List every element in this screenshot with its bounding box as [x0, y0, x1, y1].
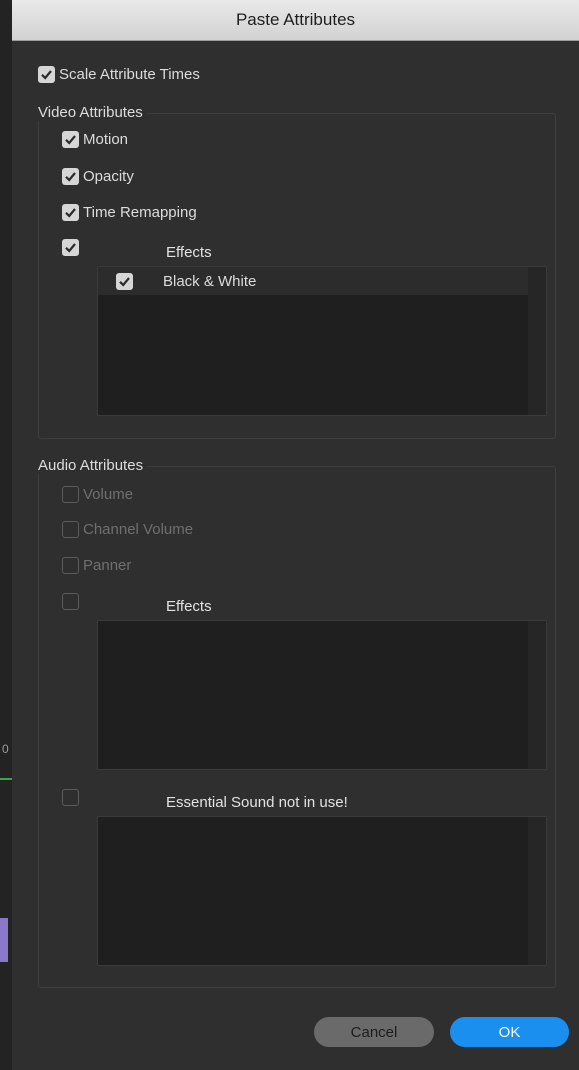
- essential-sound-list[interactable]: [97, 816, 547, 966]
- black-and-white-checkbox[interactable]: [116, 272, 133, 290]
- essential-sound-header: Essential Sound not in use!: [166, 794, 348, 811]
- opacity-checkbox-row[interactable]: Opacity: [62, 163, 134, 189]
- video-effects-header: Effects: [166, 244, 212, 261]
- ok-button[interactable]: OK: [450, 1017, 569, 1047]
- scrollbar[interactable]: [528, 817, 546, 965]
- time-remapping-checkbox[interactable]: [62, 203, 79, 221]
- time-remapping-label: Time Remapping: [83, 203, 197, 221]
- time-remapping-checkbox-row[interactable]: Time Remapping: [62, 199, 197, 225]
- volume-label: Volume: [83, 485, 134, 503]
- motion-checkbox-row[interactable]: Motion: [62, 126, 128, 152]
- checkmark-icon: [119, 276, 130, 287]
- video-effects-checkbox-row[interactable]: [62, 234, 83, 260]
- paste-attributes-dialog: Paste Attributes Scale Attribute Times V…: [12, 0, 579, 1070]
- channel-volume-label: Channel Volume: [83, 520, 194, 538]
- channel-volume-checkbox[interactable]: [62, 520, 79, 538]
- list-item[interactable]: Black & White: [98, 267, 528, 295]
- motion-label: Motion: [83, 130, 129, 148]
- checkmark-icon: [65, 207, 76, 218]
- checkmark-icon: [65, 134, 76, 145]
- checkmark-icon: [65, 171, 76, 182]
- volume-checkbox[interactable]: [62, 485, 79, 503]
- panner-checkbox[interactable]: [62, 556, 79, 574]
- background-app-edge: 0: [0, 0, 12, 1070]
- essential-sound-checkbox-row[interactable]: [62, 784, 83, 810]
- scrollbar[interactable]: [528, 621, 546, 769]
- checkmark-icon: [65, 242, 76, 253]
- timeline-clip-fragment: [0, 918, 8, 962]
- essential-sound-checkbox[interactable]: [62, 788, 79, 806]
- opacity-checkbox[interactable]: [62, 167, 79, 185]
- scale-attribute-times-checkbox[interactable]: [38, 65, 55, 83]
- audio-effects-list[interactable]: [97, 620, 547, 770]
- channel-volume-checkbox-row[interactable]: Channel Volume: [62, 516, 193, 542]
- audio-attributes-title: Audio Attributes: [38, 457, 148, 474]
- audio-effects-checkbox-row[interactable]: [62, 588, 83, 614]
- video-effects-list[interactable]: Black & White: [97, 266, 547, 416]
- video-attributes-title: Video Attributes: [38, 104, 147, 121]
- background-edge-glyph: 0: [2, 742, 9, 756]
- black-and-white-label: Black & White: [163, 272, 257, 290]
- scale-attribute-times-label: Scale Attribute Times: [59, 65, 200, 83]
- opacity-label: Opacity: [83, 167, 134, 185]
- panner-checkbox-row[interactable]: Panner: [62, 552, 131, 578]
- audio-effects-checkbox[interactable]: [62, 592, 79, 610]
- title-bar[interactable]: Paste Attributes: [12, 0, 579, 41]
- panner-label: Panner: [83, 556, 132, 574]
- dialog-title: Paste Attributes: [235, 10, 356, 29]
- scrollbar[interactable]: [528, 267, 546, 415]
- scale-attribute-times-checkbox-row[interactable]: Scale Attribute Times: [38, 61, 200, 87]
- cancel-button[interactable]: Cancel: [314, 1017, 434, 1047]
- volume-checkbox-row[interactable]: Volume: [62, 481, 133, 507]
- audio-effects-header: Effects: [166, 598, 212, 615]
- timeline-marker-line: [0, 778, 12, 780]
- checkmark-icon: [41, 69, 52, 80]
- motion-checkbox[interactable]: [62, 130, 79, 148]
- video-effects-checkbox[interactable]: [62, 238, 79, 256]
